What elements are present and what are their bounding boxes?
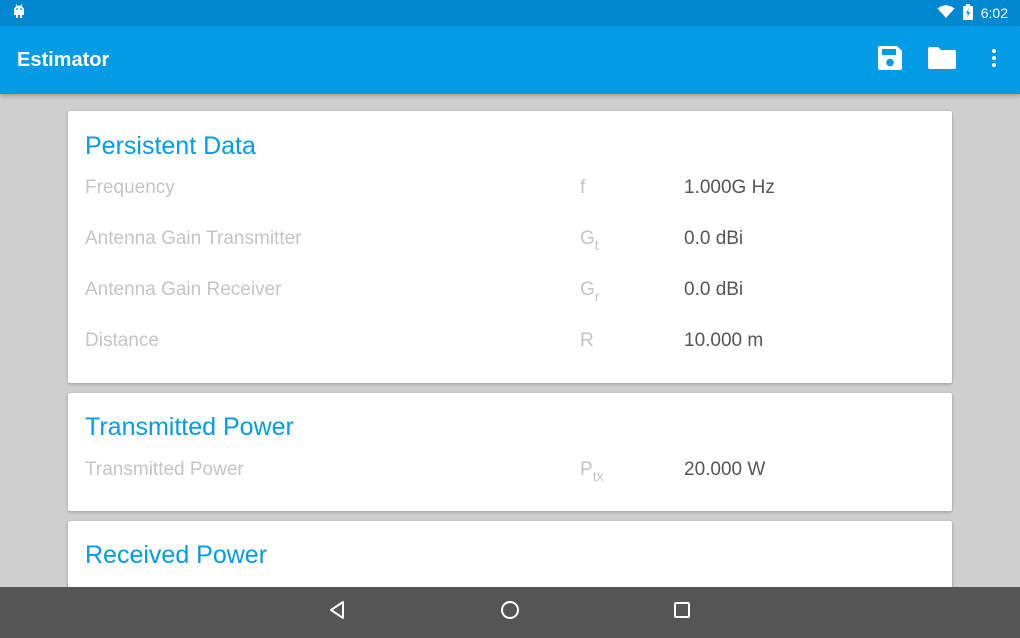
received-power-card: Received Power [68,521,952,587]
save-icon [876,44,904,77]
transmitted-power-card: Transmitted Power Transmitted Power Ptx … [68,393,952,511]
frequency-row[interactable]: Frequency f 1.000G Hz [68,177,952,217]
app-title: Estimator [17,48,110,71]
home-button[interactable] [480,587,540,638]
content-area: Persistent Data Frequency f 1.000G Hz An… [0,94,1020,587]
row-label: Transmitted Power [85,459,244,480]
app-bar: Estimator [0,26,1020,94]
home-icon [500,600,520,625]
clock: 6:02 [980,5,1008,21]
navigation-bar [0,587,1020,638]
antenna-gain-transmitter-row[interactable]: Antenna Gain Transmitter Gt 0.0 dBi [68,228,952,268]
transmitted-power-row[interactable]: Transmitted Power Ptx 20.000 W [68,459,952,499]
status-bar: 6:02 [0,0,1020,26]
more-vert-icon [991,48,997,73]
wifi-icon [937,4,955,22]
antenna-gain-receiver-row[interactable]: Antenna Gain Receiver Gr 0.0 dBi [68,279,952,319]
overflow-menu-button[interactable] [968,26,1020,94]
row-value: 0.0 dBi [684,228,744,249]
row-label: Antenna Gain Receiver [85,279,282,300]
persistent-data-card: Persistent Data Frequency f 1.000G Hz An… [68,111,952,383]
card-title: Persistent Data [85,132,256,160]
row-symbol: Gt [580,228,599,253]
recents-button[interactable] [652,587,712,638]
row-value: 1.000G Hz [684,177,775,198]
save-button[interactable] [864,26,916,94]
row-value: 0.0 dBi [684,279,744,300]
row-symbol: Gr [580,279,600,304]
row-value: 20.000 W [684,459,766,480]
row-label: Antenna Gain Transmitter [85,228,302,249]
recents-icon [673,601,691,624]
row-value: 10.000 m [684,330,764,351]
row-symbol: R [580,330,594,351]
battery-charging-icon [962,3,973,23]
row-symbol: Ptx [580,459,604,484]
row-symbol: f [580,177,586,198]
card-title: Received Power [85,541,268,569]
app-actions [864,26,1020,94]
distance-row[interactable]: Distance R 10.000 m [68,330,952,370]
folder-icon [927,45,957,76]
row-label: Frequency [85,177,175,198]
open-folder-button[interactable] [916,26,968,94]
card-title: Transmitted Power [85,413,294,441]
back-button[interactable] [308,587,368,638]
row-label: Distance [85,330,159,351]
back-icon [328,600,348,625]
android-notification-icon [12,3,26,24]
